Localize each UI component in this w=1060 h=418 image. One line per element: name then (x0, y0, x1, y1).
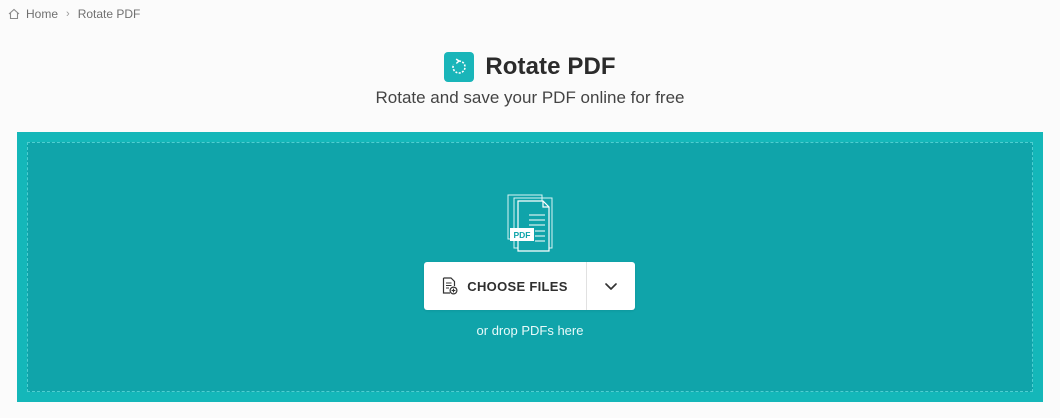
choose-files-group: CHOOSE FILES (424, 262, 635, 310)
page-header: Rotate PDF (0, 52, 1060, 82)
upload-source-dropdown-button[interactable] (587, 262, 635, 310)
breadcrumb-home-link[interactable]: Home (26, 7, 58, 21)
page-title: Rotate PDF (485, 53, 616, 80)
choose-files-button[interactable]: CHOOSE FILES (424, 262, 586, 310)
breadcrumb: Home › Rotate PDF (8, 7, 140, 21)
breadcrumb-current: Rotate PDF (77, 7, 141, 21)
rotate-icon (444, 52, 475, 82)
pdf-files-icon: PDF (507, 194, 553, 252)
choose-files-label: CHOOSE FILES (467, 278, 568, 294)
pdf-illustration-label: PDF (514, 230, 531, 240)
dropzone[interactable]: PDF CHOOSE FILES or drop PDFs here (17, 132, 1043, 402)
page-subtitle: Rotate and save your PDF online for free (375, 88, 685, 107)
home-icon (8, 8, 20, 20)
add-file-icon (443, 277, 458, 295)
breadcrumb-separator: › (66, 8, 70, 20)
chevron-down-icon (605, 282, 617, 290)
drop-hint: or drop PDFs here (476, 323, 584, 338)
dropzone-inner[interactable]: PDF CHOOSE FILES or drop PDFs here (27, 142, 1033, 392)
